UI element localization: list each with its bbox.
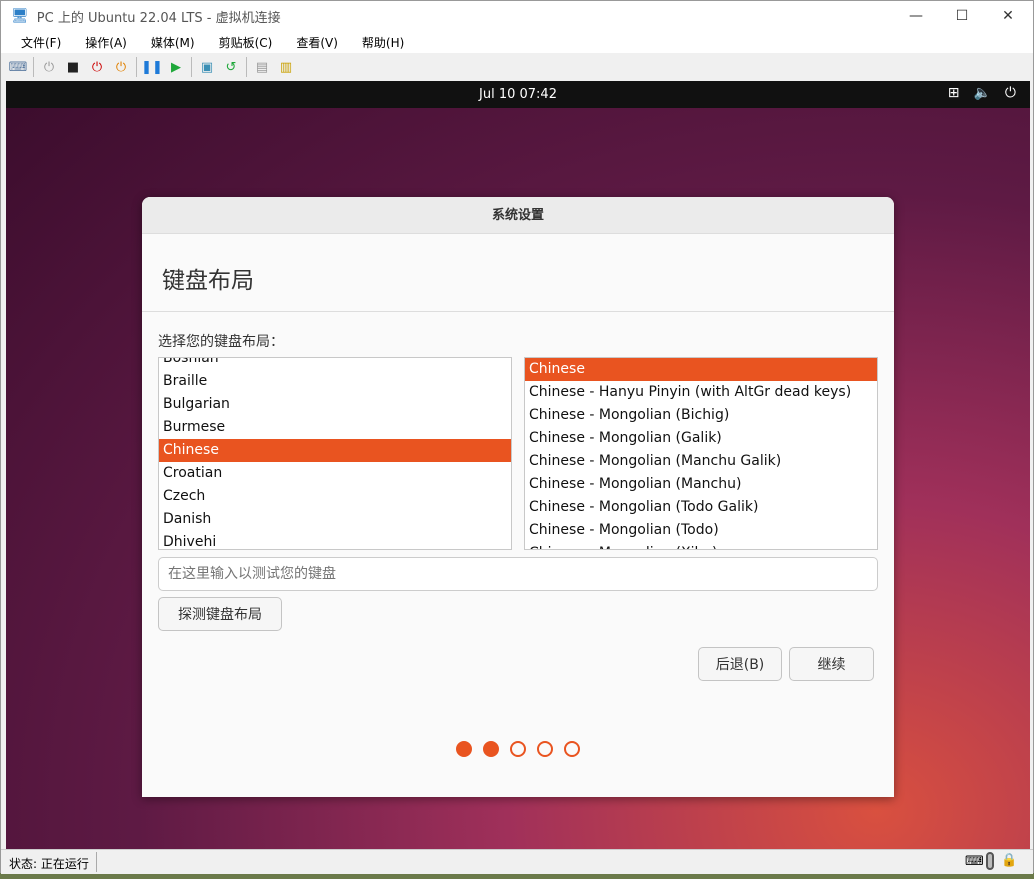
detect-layout-button[interactable]: 探测键盘布局 <box>158 597 282 631</box>
network-icon[interactable]: ⊞ <box>948 85 960 101</box>
volume-icon[interactable]: 🔈 <box>973 85 990 101</box>
menu-item[interactable]: 媒体(M) <box>151 34 195 51</box>
start-icon[interactable]: ⏻ <box>40 58 58 76</box>
list-item[interactable]: Croatian <box>159 462 511 485</box>
layout-list[interactable]: Bosnian Braille Bulgarian Burmese Chinese Cro… <box>158 357 512 550</box>
dialog-title: 系统设置 <box>142 197 894 234</box>
toolbar-separator <box>33 57 34 77</box>
menu-item[interactable]: 查看(V) <box>296 34 338 51</box>
menu-item[interactable]: 剪贴板(C) <box>219 34 273 51</box>
power-icon[interactable]: ⏻ <box>1005 85 1016 101</box>
list-item[interactable]: Bulgarian <box>159 393 511 416</box>
shutdown-icon[interactable]: ⏻ <box>88 58 106 76</box>
toolbar: ⌨ ⏻ ■ ⏻ ⏻ ❚❚ ▶ ▣ ↺ ▤ ▥ <box>1 54 1033 80</box>
vm-connection-window: 🖥 PC 上的 Ubuntu 22.04 LTS - 虚拟机连接 — ☐ ✕ 文… <box>0 0 1034 874</box>
enhanced-session-icon[interactable]: ▤ <box>253 58 271 76</box>
list-item[interactable]: Braille <box>159 370 511 393</box>
toolbar-separator <box>246 57 247 77</box>
vm-connection-icon: 🖥 <box>11 8 29 24</box>
list-item[interactable]: Chinese - Mongolian (Bichig) <box>525 404 877 427</box>
list-item[interactable]: Chinese - Mongolian (Galik) <box>525 427 877 450</box>
list-item[interactable]: Danish <box>159 508 511 531</box>
list-item[interactable]: Bosnian <box>159 358 511 370</box>
keyboard-icon: ⌨ <box>965 854 984 869</box>
divider <box>142 311 894 312</box>
list-item[interactable]: Chinese <box>525 358 877 381</box>
save-icon[interactable]: ⏻ <box>112 58 130 76</box>
list-item[interactable]: Chinese - Mongolian (Todo) <box>525 519 877 542</box>
turn-off-icon[interactable]: ■ <box>64 58 82 76</box>
setup-dialog: 系统设置 键盘布局 选择您的键盘布局： Bosnian Braille Bulgar… <box>142 197 894 797</box>
menu-item[interactable]: 帮助(H) <box>362 34 404 51</box>
lock-icon: 🔒 <box>1001 853 1018 868</box>
list-item[interactable]: Dhivehi <box>159 531 511 549</box>
close-button[interactable]: ✕ <box>985 1 1031 31</box>
maximize-button[interactable]: ☐ <box>939 1 985 31</box>
status-divider <box>96 852 97 872</box>
list-item[interactable]: Chinese - Mongolian (Todo Galik) <box>525 496 877 519</box>
list-item[interactable]: Chinese - Mongolian (Manchu) <box>525 473 877 496</box>
menu-item[interactable]: 文件(F) <box>21 34 61 51</box>
progress-dot <box>483 741 499 757</box>
list-item[interactable]: Chinese - Mongolian (Manchu Galik) <box>525 450 877 473</box>
ctrl-alt-del-icon[interactable]: ⌨ <box>9 58 28 76</box>
mouse-icon <box>986 852 994 870</box>
resume-icon[interactable]: ▶ <box>167 58 185 76</box>
progress-dot <box>456 741 472 757</box>
list-item[interactable]: Burmese <box>159 416 511 439</box>
continue-button[interactable]: 继续 <box>789 647 874 681</box>
menu-bar: 文件(F) 操作(A) 媒体(M) 剪贴板(C) 查看(V) 帮助(H) <box>1 31 1033 53</box>
list-item[interactable]: Chinese <box>159 439 511 462</box>
progress-dot <box>537 741 553 757</box>
minimize-button[interactable]: — <box>893 1 939 31</box>
clock[interactable]: Jul 10 07:42 <box>6 87 1030 102</box>
keyboard-test-input[interactable] <box>158 557 878 591</box>
list-item[interactable]: Chinese - Hanyu Pinyin (with AltGr dead … <box>525 381 877 404</box>
back-button[interactable]: 后退(B) <box>698 647 782 681</box>
title-bar: 🖥 PC 上的 Ubuntu 22.04 LTS - 虚拟机连接 — ☐ ✕ <box>1 1 1033 31</box>
status-text: 状态: 正在运行 <box>9 857 89 871</box>
progress-dot <box>510 741 526 757</box>
list-item[interactable]: Chinese - Mongolian (Xibe) <box>525 542 877 549</box>
vm-screen[interactable]: Jul 10 07:42 ⊞ 🔈 ⏻ 系统设置 键盘布局 选择您的键盘布局： B… <box>6 81 1030 849</box>
layout-prompt: 选择您的键盘布局： <box>158 334 284 350</box>
window-title: PC 上的 Ubuntu 22.04 LTS - 虚拟机连接 <box>36 10 281 26</box>
progress-dots <box>456 741 580 757</box>
checkpoint-icon[interactable]: ▣ <box>198 58 216 76</box>
share-icon[interactable]: ▥ <box>277 58 295 76</box>
status-bar: 状态: 正在运行 ⌨ 🔒 <box>1 849 1033 874</box>
page-title: 键盘布局 <box>162 268 254 294</box>
toolbar-separator <box>191 57 192 77</box>
menu-item[interactable]: 操作(A) <box>85 34 127 51</box>
variant-list[interactable]: Chinese Chinese - Hanyu Pinyin (with AltG… <box>524 357 878 550</box>
progress-dot <box>564 741 580 757</box>
revert-icon[interactable]: ↺ <box>222 58 240 76</box>
ubuntu-top-bar: Jul 10 07:42 ⊞ 🔈 ⏻ <box>6 81 1030 108</box>
toolbar-separator <box>136 57 137 77</box>
pause-icon[interactable]: ❚❚ <box>141 58 163 76</box>
list-item[interactable]: Czech <box>159 485 511 508</box>
